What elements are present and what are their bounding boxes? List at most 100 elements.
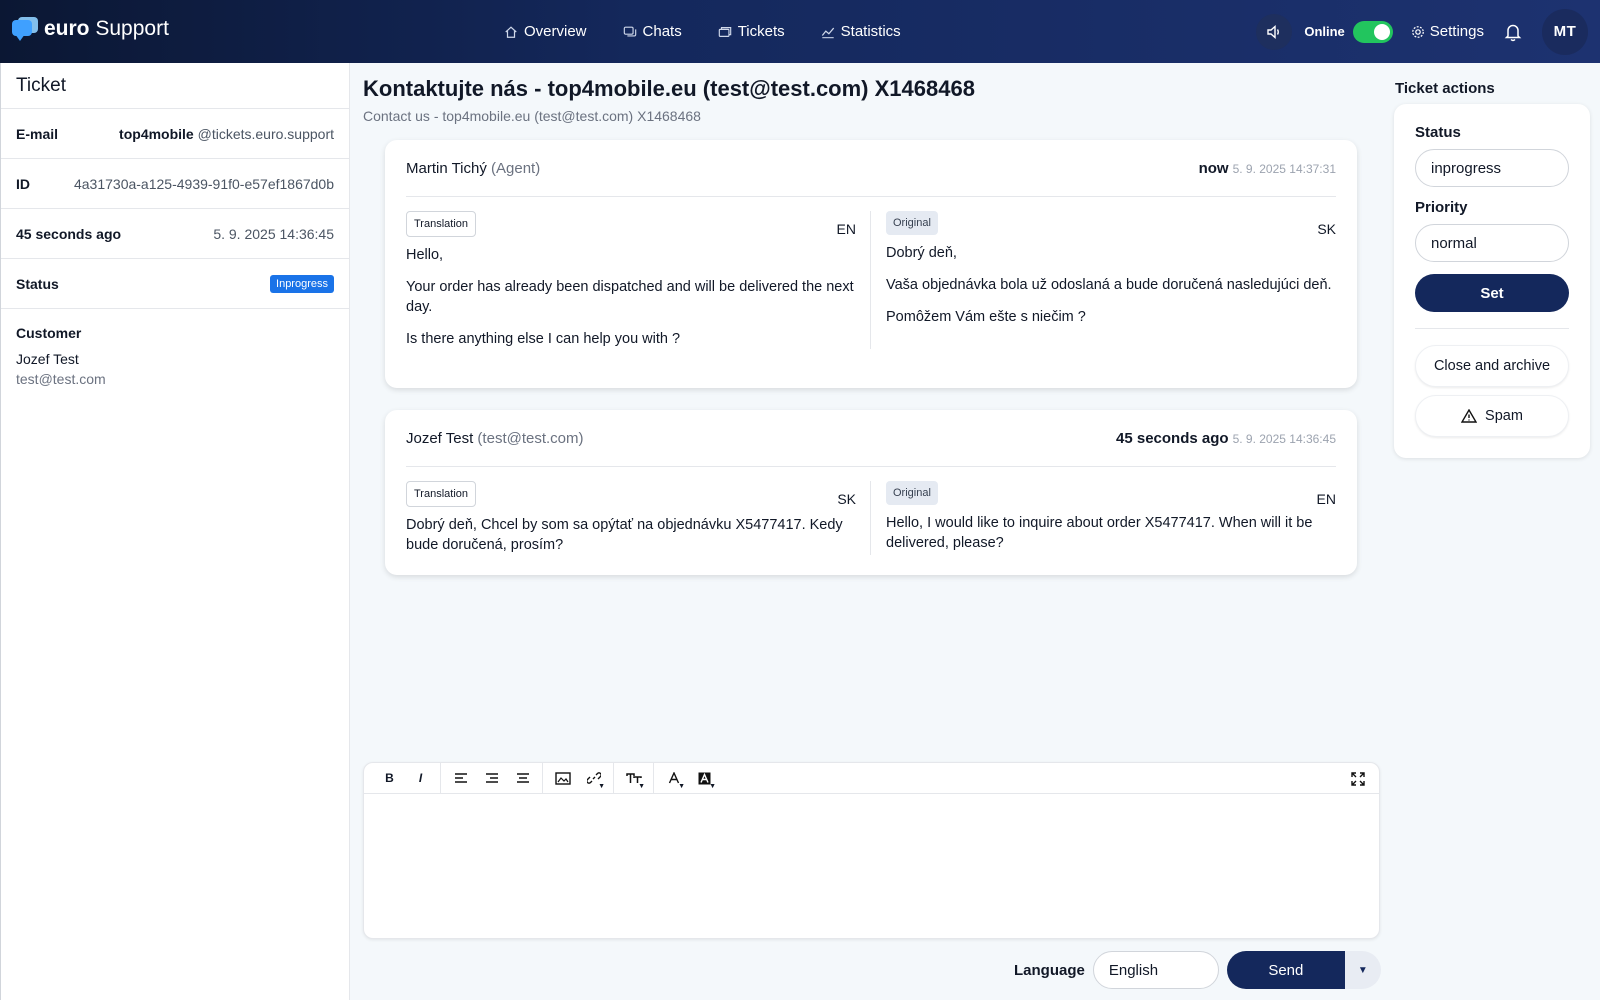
image-icon: [554, 771, 571, 785]
customer-email: test@test.com: [16, 371, 106, 387]
online-toggle[interactable]: [1352, 20, 1393, 43]
align-right-icon: [485, 773, 498, 783]
home-icon: [505, 25, 517, 38]
page-subtitle: Contact us - top4mobile.eu (test@test.co…: [363, 108, 701, 124]
nav-chats[interactable]: Chats: [623, 23, 682, 40]
customer-label: Customer: [16, 325, 82, 341]
set-button[interactable]: Set: [1415, 274, 1569, 312]
message-role: (Agent): [486, 159, 541, 177]
chevron-down-icon: ▼: [638, 783, 645, 790]
nav-overview[interactable]: Overview: [504, 23, 587, 40]
align-right-button[interactable]: [476, 764, 507, 792]
age-value: 5. 9. 2025 14:36:45: [213, 225, 334, 242]
message-ago: 45 seconds ago: [1116, 429, 1229, 447]
translation-tag: Translation: [406, 481, 477, 507]
send-button[interactable]: Send: [1226, 951, 1345, 989]
nav-overview-label: Overview: [524, 23, 587, 40]
speaker-icon[interactable]: [1256, 13, 1293, 50]
nav-statistics-label: Statistics: [840, 23, 901, 40]
warning-icon: [1461, 409, 1478, 423]
original-lang: EN: [1316, 491, 1336, 507]
page-title: Kontaktujte nás - top4mobile.eu (test@te…: [363, 76, 975, 101]
nav-tickets[interactable]: Tickets: [718, 23, 785, 40]
bold-button[interactable]: B: [374, 764, 405, 792]
translation-lang: SK: [837, 491, 856, 507]
language-label: Language: [1014, 961, 1085, 979]
original-tag: Original: [886, 211, 938, 235]
priority-select[interactable]: normal: [1415, 224, 1569, 262]
priority-select-label: Priority: [1415, 199, 1468, 216]
translation-column: Translation EN Hello, Your order has alr…: [406, 211, 871, 349]
message-author: Martin Tichý: [406, 159, 487, 177]
customer-block: Customer Jozef Test test@test.com: [1, 309, 349, 403]
message-text: Dobrý deň, Chcel by som sa opýtať na obj…: [406, 517, 843, 553]
email-label: E-mail: [16, 125, 59, 142]
font-size-button[interactable]: ▼: [618, 764, 649, 792]
main-nav: Overview Chats Tickets Statistics: [504, 0, 901, 63]
settings-button[interactable]: Settings: [1411, 23, 1484, 40]
email-domain: @tickets.euro.support: [193, 125, 334, 142]
nav-statistics[interactable]: Statistics: [821, 23, 901, 40]
message-timestamp: 5. 9. 2025 14:37:31: [1232, 161, 1336, 176]
message-text: Hello, I would like to inquire about ord…: [886, 515, 1313, 551]
spam-button[interactable]: Spam: [1415, 395, 1569, 437]
top-bar: euro Support Overview Chats Tickets Stat…: [0, 0, 1600, 63]
original-tag: Original: [886, 481, 938, 505]
align-center-button[interactable]: [507, 764, 538, 792]
original-column: Original EN Hello, I would like to inqui…: [871, 481, 1336, 555]
image-button[interactable]: [547, 764, 578, 792]
nav-tickets-label: Tickets: [737, 23, 785, 40]
align-left-button[interactable]: [445, 764, 476, 792]
message-text: Dobrý deň,: [886, 245, 957, 261]
ticket-info-panel: Ticket E-mail top4mobile @tickets.euro.s…: [0, 63, 350, 1000]
italic-button[interactable]: I: [405, 764, 436, 792]
app-logo[interactable]: euro Support: [12, 17, 169, 41]
logo-chat-icon: [12, 17, 38, 41]
message-role: (test@test.com): [473, 429, 584, 447]
highlight-color-button[interactable]: ▼: [689, 764, 720, 792]
online-label: Online: [1304, 24, 1345, 39]
status-select[interactable]: inprogress: [1415, 149, 1569, 187]
id-row: ID 4a31730a-a125-4939-91f0-e57ef1867d0b: [1, 159, 349, 209]
chevron-down-icon: ▼: [598, 783, 605, 790]
email-user: top4mobile: [119, 125, 194, 142]
close-archive-button[interactable]: Close and archive: [1415, 345, 1569, 387]
message-text: Is there anything else I can help you wi…: [406, 331, 681, 347]
settings-label: Settings: [1429, 23, 1484, 40]
fullscreen-icon[interactable]: [1345, 766, 1371, 792]
gear-icon: [1411, 25, 1424, 38]
link-button[interactable]: ▼: [578, 764, 609, 792]
message-author: Jozef Test: [406, 429, 474, 447]
message-card: Jozef Test (test@test.com) 45 seconds ag…: [385, 410, 1357, 575]
language-select[interactable]: English: [1092, 951, 1219, 989]
align-center-icon: [516, 773, 529, 783]
message-card: Martin Tichý (Agent) now 5. 9. 2025 14:37…: [385, 140, 1357, 388]
message-timestamp: 5. 9. 2025 14:36:45: [1232, 431, 1336, 446]
ticket-icon: [718, 26, 731, 37]
font-color-button[interactable]: ▼: [658, 764, 689, 792]
divider: [1415, 328, 1569, 329]
editor-toolbar: B I ▼ ▼ ▼ ▼: [364, 762, 1379, 794]
align-left-icon: [454, 773, 467, 783]
original-column: Original SK Dobrý deň, Vaša objednávka b…: [871, 211, 1336, 349]
original-lang: SK: [1317, 221, 1336, 237]
message-text: Pomôžem Vám ešte s niečim ?: [886, 309, 1086, 325]
customer-name: Jozef Test: [16, 351, 79, 367]
send-options-button[interactable]: ▼: [1344, 951, 1381, 989]
ticket-actions-panel: Status inprogress Priority normal Set Cl…: [1394, 104, 1590, 458]
status-select-label: Status: [1415, 124, 1461, 141]
reply-editor: B I ▼ ▼ ▼ ▼: [363, 762, 1380, 939]
age-label: 45 seconds ago: [16, 225, 122, 242]
translation-lang: EN: [836, 221, 856, 237]
close-archive-label: Close and archive: [1433, 358, 1551, 374]
status-row: Status Inprogress: [1, 259, 349, 309]
editor-text-area[interactable]: [364, 794, 1379, 938]
message-text: Hello,: [406, 247, 444, 263]
translation-tag: Translation: [406, 211, 477, 237]
chat-icon: [623, 26, 636, 37]
translation-column: Translation SK Dobrý deň, Chcel by som s…: [406, 481, 871, 555]
nav-chats-label: Chats: [642, 23, 682, 40]
chart-icon: [821, 27, 834, 38]
bell-icon[interactable]: [1504, 22, 1522, 42]
avatar[interactable]: MT: [1542, 8, 1588, 55]
